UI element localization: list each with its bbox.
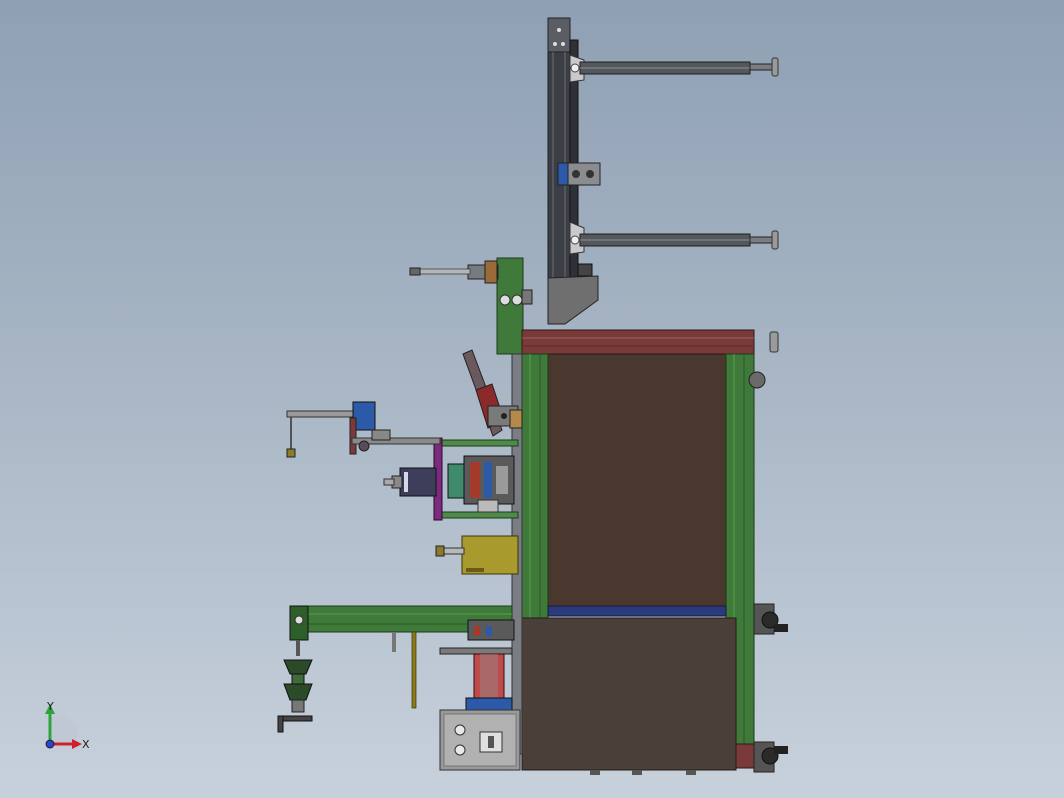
olive-actuator-box: [435, 535, 519, 575]
green-mount-plate: [496, 257, 524, 355]
lower-arm-foot: [771, 230, 779, 250]
control-panel: [439, 709, 521, 771]
mid-motor-assembly: [383, 437, 519, 521]
upper-arm-foot: [771, 57, 779, 77]
triad-y-label: Y: [46, 700, 54, 713]
frame-left-post: [521, 353, 549, 621]
panel-button-bottom: [454, 744, 466, 756]
cabinet-upper-panel: [547, 353, 727, 607]
cad-viewport[interactable]: Y X: [0, 0, 1064, 798]
green-guide-rod-top: [439, 439, 519, 447]
triad-x-label: X: [82, 738, 90, 751]
right-foot-top: [769, 331, 779, 353]
hanging-tool: [277, 640, 313, 733]
olive-guide-rod: [411, 631, 417, 709]
machine-drawing: Y X: [45, 17, 788, 775]
cabinet-top-rail: [521, 329, 755, 355]
lower-mechanism: [439, 619, 515, 711]
vertical-column-assembly: [547, 17, 779, 325]
caster-lower: [753, 741, 788, 773]
main-cabinet: [521, 329, 788, 775]
coupling-green: [447, 463, 465, 499]
panel-button-top: [454, 724, 466, 736]
cabinet-lower-panel: [521, 617, 737, 771]
upper-left-cantilever: [286, 401, 441, 458]
coordinate-triad: Y X: [45, 700, 90, 751]
pneumatic-cylinder-rod: [417, 268, 471, 275]
triad-z-axis: [45, 739, 55, 749]
cantilever-beam: [286, 410, 354, 418]
green-guide-rod-bottom: [439, 511, 519, 519]
caster-upper: [753, 603, 788, 635]
column-base-gusset: [547, 275, 599, 325]
frame-blue-crossbar: [547, 605, 727, 617]
upper-cylinder-assembly: [409, 257, 533, 355]
